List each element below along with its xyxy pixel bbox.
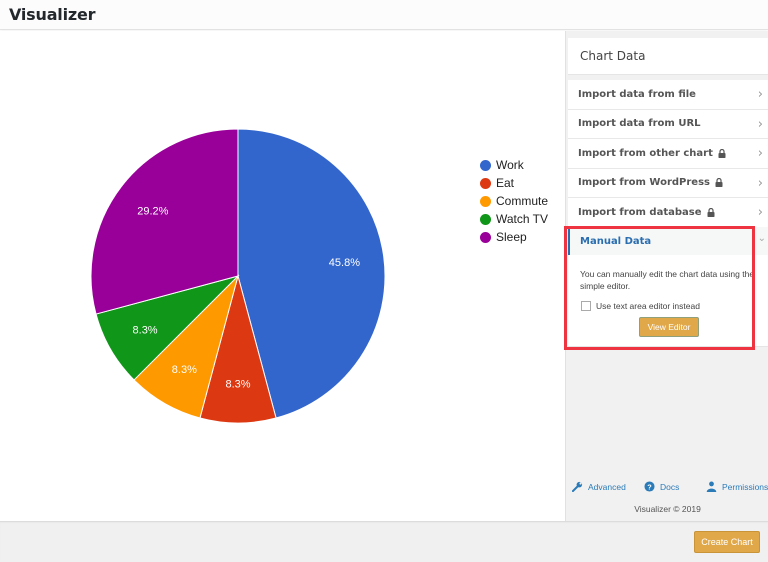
manual-data-header[interactable]: Manual Data ⌄ [568, 227, 768, 255]
sidebar: Chart Data Import data from file › Impor… [565, 31, 768, 521]
legend-swatch [480, 177, 491, 189]
copyright: Visualizer © 2019 [634, 504, 701, 514]
legend-swatch [480, 195, 491, 207]
chevron-right-icon: › [757, 116, 763, 132]
menu-item-label: Import from WordPress [578, 177, 710, 189]
pie-label-sleep: 29.2% [137, 206, 168, 218]
advanced-link[interactable]: Advanced [572, 481, 626, 492]
help-icon: ? [644, 481, 655, 492]
legend-swatch [480, 159, 491, 171]
text-area-editor-checkbox[interactable] [581, 301, 591, 311]
legend-item-sleep[interactable]: Sleep [480, 228, 548, 246]
wrench-icon [572, 481, 583, 492]
chevron-down-icon: ⌄ [757, 233, 766, 244]
lock-icon [718, 148, 726, 158]
menu-import-database[interactable]: Import from database › [568, 198, 768, 228]
pie-label-eat: 8.3% [225, 378, 250, 390]
permissions-link[interactable]: Permissions [706, 481, 768, 492]
text-area-editor-option[interactable]: Use text area editor instead [581, 301, 700, 311]
legend-label: Commute [496, 194, 549, 208]
docs-link[interactable]: ? Docs [644, 481, 679, 492]
menu-item-label: Import data from URL [578, 118, 701, 130]
manual-data-panel: You can manually edit the chart data usi… [568, 255, 768, 347]
menu-item-label: Import from other chart [578, 147, 713, 159]
svg-text:?: ? [647, 482, 652, 491]
legend-label: Watch TV [496, 212, 549, 226]
pie-chart: 45.8% 8.3% 8.3% 8.3% 29.2% [90, 128, 386, 424]
create-chart-button[interactable]: Create Chart [694, 531, 760, 553]
legend-item-watch-tv[interactable]: Watch TV [480, 210, 548, 228]
top-bar: Visualizer [0, 0, 768, 30]
legend-label: Sleep [496, 230, 527, 244]
app-title: Visualizer [9, 5, 96, 24]
pie-label-commute: 8.3% [172, 364, 197, 376]
user-icon [706, 481, 717, 492]
footer-bar: Create Chart [0, 521, 768, 562]
docs-link-label: Docs [660, 481, 680, 492]
advanced-link-label: Advanced [588, 481, 626, 492]
sidebar-heading: Chart Data [568, 38, 768, 75]
menu-import-url[interactable]: Import data from URL › [568, 109, 768, 139]
legend-swatch [480, 213, 491, 225]
menu-item-label: Import data from file [578, 88, 696, 100]
manual-data-description: You can manually edit the chart data usi… [580, 269, 755, 291]
checkbox-label: Use text area editor instead [596, 301, 700, 311]
legend-item-work[interactable]: Work [480, 156, 548, 174]
chart-area: 45.8% 8.3% 8.3% 8.3% 29.2% Work Eat Commute … [0, 31, 565, 521]
legend-label: Work [496, 158, 524, 172]
chart-legend: Work Eat Commute Watch TV Sleep [480, 156, 548, 246]
menu-item-label: Import from database [578, 206, 702, 218]
chevron-right-icon: › [757, 87, 763, 102]
permissions-link-label: Permissions [722, 481, 768, 492]
menu-import-file[interactable]: Import data from file › [568, 80, 768, 110]
lock-icon [707, 207, 714, 217]
legend-swatch [480, 231, 491, 243]
chevron-right-icon: › [757, 175, 763, 191]
pie-label-work: 45.8% [329, 257, 360, 269]
chevron-right-icon: › [757, 205, 763, 220]
sidebar-links: Advanced ? Docs Permissions [570, 481, 768, 497]
manual-data-label: Manual Data [580, 235, 652, 247]
pie-label-watch-tv: 8.3% [133, 325, 158, 337]
menu-import-wordpress[interactable]: Import from WordPress › [568, 168, 768, 198]
chevron-right-icon: › [757, 146, 763, 161]
lock-icon [715, 178, 723, 188]
legend-label: Eat [496, 176, 515, 190]
legend-item-eat[interactable]: Eat [480, 174, 548, 192]
legend-item-commute[interactable]: Commute [480, 192, 548, 210]
menu-import-other-chart[interactable]: Import from other chart › [568, 139, 768, 169]
sidebar-heading-label: Chart Data [580, 49, 646, 63]
view-editor-button[interactable]: View Editor [639, 317, 699, 337]
import-menu: Import data from file › Import data from… [568, 80, 768, 228]
